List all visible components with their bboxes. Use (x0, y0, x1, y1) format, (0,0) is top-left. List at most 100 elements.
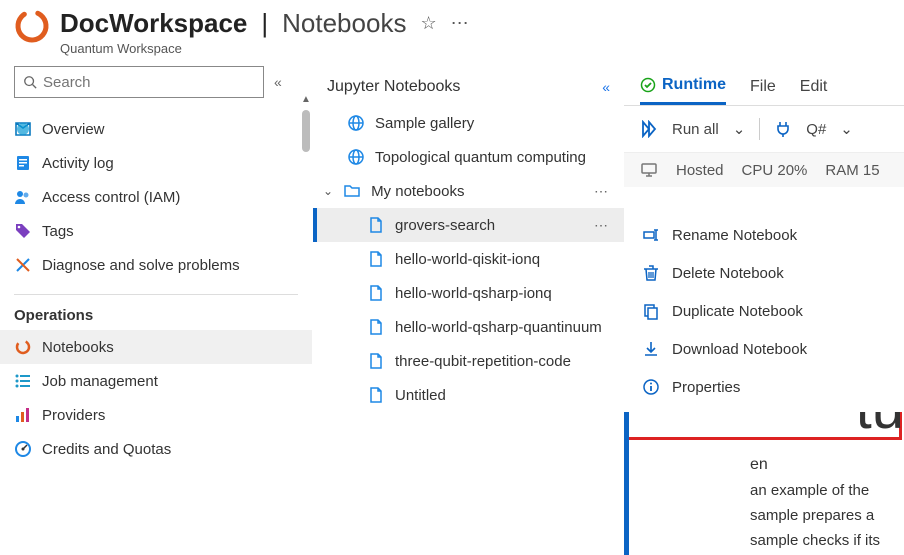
tag-icon (14, 222, 32, 240)
chevron-down-icon[interactable]: ⌄ (733, 120, 746, 138)
more-icon[interactable]: ⋯ (594, 183, 610, 200)
globe-icon (347, 114, 365, 132)
nav-label: Overview (42, 121, 105, 138)
title-sep: | (261, 8, 268, 39)
tab-label: File (750, 78, 776, 96)
status-hosted: Hosted (676, 162, 724, 179)
nav-label: Tags (42, 223, 74, 240)
scroll-up-icon[interactable]: ▲ (300, 94, 312, 106)
more-icon[interactable]: ⋯ (594, 217, 610, 234)
nav-label: Credits and Quotas (42, 441, 171, 458)
tab-label: Runtime (662, 76, 726, 94)
tree-label: Untitled (395, 387, 446, 404)
tree-label: My notebooks (371, 183, 464, 200)
nav-item-access-control[interactable]: Access control (IAM) (0, 180, 312, 214)
tree-label: Topological quantum computing (375, 149, 586, 166)
host-icon (640, 161, 658, 179)
nav-item-diagnose[interactable]: Diagnose and solve problems (0, 248, 312, 282)
page-subtitle: Quantum Workspace (60, 41, 469, 56)
nav-item-overview[interactable]: Overview (0, 112, 312, 146)
meter-icon (14, 440, 32, 458)
runall-button[interactable]: Run all (672, 121, 719, 138)
file-icon (367, 352, 385, 370)
tree-file-grovers[interactable]: grovers-search ⋯ (313, 208, 624, 242)
content-line1: an example of the (750, 482, 904, 499)
file-icon (367, 386, 385, 404)
tab-edit[interactable]: Edit (800, 76, 828, 105)
nav-label: Diagnose and solve problems (42, 257, 240, 274)
tree-sample-gallery[interactable]: Sample gallery (313, 106, 624, 140)
search-icon (23, 75, 37, 89)
nav-label: Providers (42, 407, 105, 424)
mid-title: Jupyter Notebooks (327, 78, 460, 96)
nav-label: Notebooks (42, 339, 114, 356)
star-icon[interactable]: ☆ (420, 13, 436, 34)
tree-topological[interactable]: Topological quantum computing (313, 140, 624, 174)
list-icon (14, 372, 32, 390)
nav-item-activity-log[interactable]: Activity log (0, 146, 312, 180)
divider (14, 294, 298, 295)
log-icon (14, 154, 32, 172)
scrollbar-thumb[interactable] (302, 110, 310, 152)
tree-file-hw-qsharp-quantinuum[interactable]: hello-world-qsharp-quantinuum (313, 310, 624, 344)
folder-icon (343, 182, 361, 200)
overview-icon (14, 120, 32, 138)
more-icon[interactable]: ⋯ (451, 13, 469, 34)
bars-icon (14, 406, 32, 424)
file-icon (367, 318, 385, 336)
check-icon (640, 77, 656, 93)
tree-label: three-qubit-repetition-code (395, 353, 571, 370)
page-title-main: DocWorkspace (60, 8, 247, 39)
tree-file-untitled[interactable]: Untitled (313, 378, 624, 412)
content-line2: sample prepares a (750, 507, 904, 524)
tree-my-notebooks[interactable]: ⌄ My notebooks ⋯ (313, 174, 624, 208)
collapse-sidebar-icon[interactable]: « (274, 74, 282, 90)
ctx-label: Delete Notebook (672, 265, 784, 282)
tree-file-hw-qsharp-ionq[interactable]: hello-world-qsharp-ionq (313, 276, 624, 310)
nav-item-providers[interactable]: Providers (0, 398, 312, 432)
file-icon (367, 216, 385, 234)
tab-file[interactable]: File (750, 76, 776, 105)
section-operations: Operations (0, 297, 312, 330)
tree-file-hw-qiskit-ionq[interactable]: hello-world-qiskit-ionq (313, 242, 624, 276)
ctx-rename[interactable]: Rename Notebook (624, 216, 902, 254)
chevron-down-icon[interactable]: ⌄ (840, 120, 853, 138)
nav-item-tags[interactable]: Tags (0, 214, 312, 248)
ctx-duplicate[interactable]: Duplicate Notebook (624, 292, 902, 330)
runall-icon (640, 120, 658, 138)
ctx-label: Rename Notebook (672, 227, 797, 244)
ring-icon (14, 338, 32, 356)
collapse-mid-icon[interactable]: « (602, 79, 610, 95)
tree-label: hello-world-qsharp-quantinuum (395, 319, 602, 336)
nav-item-credits-quotas[interactable]: Credits and Quotas (0, 432, 312, 466)
download-icon (642, 340, 660, 358)
file-icon (367, 284, 385, 302)
people-icon (14, 188, 32, 206)
tab-label: Edit (800, 78, 828, 96)
copy-icon (642, 302, 660, 320)
nav-item-job-management[interactable]: Job management (0, 364, 312, 398)
ctx-label: Duplicate Notebook (672, 303, 803, 320)
search-box[interactable] (14, 66, 264, 98)
tree-label: hello-world-qsharp-ionq (395, 285, 552, 302)
tree-label: hello-world-qiskit-ionq (395, 251, 540, 268)
trash-icon (642, 264, 660, 282)
ctx-properties[interactable]: Properties (624, 368, 902, 406)
ctx-download[interactable]: Download Notebook (624, 330, 902, 368)
tree-label: Sample gallery (375, 115, 474, 132)
ctx-delete[interactable]: Delete Notebook (624, 254, 902, 292)
tab-runtime[interactable]: Runtime (640, 76, 726, 105)
kernel-select[interactable]: Q# (806, 121, 826, 138)
content-suffix-en: en (750, 456, 768, 473)
plug-icon (774, 120, 792, 138)
nav-item-notebooks[interactable]: Notebooks (0, 330, 312, 364)
tree-file-three-qubit[interactable]: three-qubit-repetition-code (313, 344, 624, 378)
search-input[interactable] (43, 74, 255, 91)
chevron-down-icon: ⌄ (323, 184, 333, 198)
nav-label: Activity log (42, 155, 114, 172)
content-line3: sample checks if its (750, 532, 904, 549)
logo-icon (14, 8, 50, 44)
globe-icon (347, 148, 365, 166)
status-ram: RAM 15 (825, 162, 879, 179)
context-menu: Rename Notebook Delete Notebook Duplicat… (624, 210, 902, 412)
